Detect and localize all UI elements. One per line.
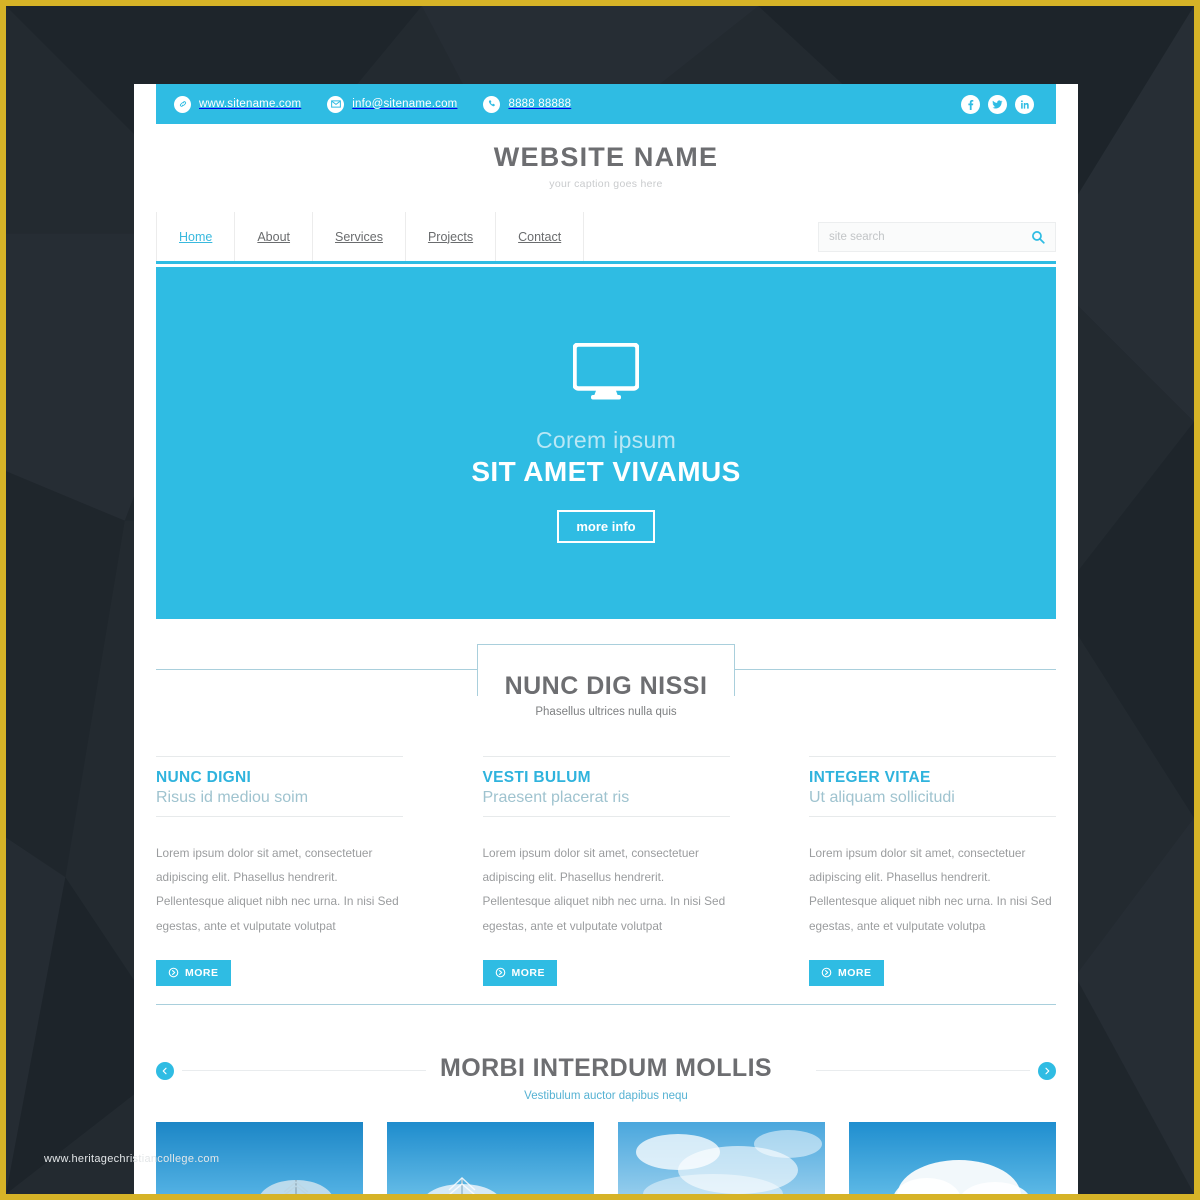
contact-email-text: info@sitename.com xyxy=(352,98,458,110)
gallery-subtitle: Vestibulum auctor dapibus nequ xyxy=(524,1090,688,1102)
section-divider xyxy=(156,1004,1056,1005)
facebook-icon[interactable] xyxy=(961,94,980,114)
gallery-title: MORBI INTERDUM MOLLIS xyxy=(426,1054,786,1083)
nav-item-contact[interactable]: Contact xyxy=(496,212,585,261)
column-more-button[interactable]: MORE xyxy=(156,959,231,986)
twitter-icon[interactable] xyxy=(988,94,1007,114)
column-subtitle: Ut aliquam sollicitudi xyxy=(809,789,955,806)
social-links xyxy=(961,94,1034,114)
features-section: NUNC DIG NISSI Phasellus ultrices nulla … xyxy=(156,644,1056,718)
column-top-rule xyxy=(482,756,730,757)
watermark: www.heritagechristiancollege.com xyxy=(44,1153,220,1165)
column-top-rule xyxy=(809,756,1056,757)
circle-arrow-icon xyxy=(168,967,179,978)
gallery-heading: MORBI INTERDUM MOLLIS Vestibulum auctor … xyxy=(156,1054,1056,1102)
column-header: NUNC DIGNI Risus id mediou soim xyxy=(156,769,403,817)
outer-frame: www.sitename.com info@sitename.com 8888 … xyxy=(0,0,1200,1200)
column-more-label: MORE xyxy=(838,966,872,979)
features-title: NUNC DIG NISSI xyxy=(504,672,708,700)
contact-phone-text: 8888 88888 xyxy=(508,98,572,110)
site-title: WEBSITE NAME xyxy=(493,142,719,172)
features-subtitle: Phasellus ultrices nulla quis xyxy=(535,706,677,718)
hero-title: SIT AMET VIVAMUS xyxy=(471,456,741,487)
circle-arrow-icon xyxy=(821,967,832,978)
hero-subtitle: Corem ipsum xyxy=(535,427,677,453)
circle-arrow-icon xyxy=(495,967,506,978)
website-canvas: www.sitename.com info@sitename.com 8888 … xyxy=(134,84,1078,1194)
column-header: VESTI BULUM Praesent placerat ris xyxy=(482,769,730,817)
site-caption: your caption goes here xyxy=(549,178,663,190)
gallery-thumbnail[interactable] xyxy=(387,1122,594,1194)
linkedin-icon[interactable] xyxy=(1015,94,1034,114)
column-subtitle: Praesent placerat ris xyxy=(482,789,630,806)
phone-icon xyxy=(483,95,501,113)
main-navigation: Home About Services Projects Contact xyxy=(156,212,1056,264)
column-subtitle: Risus id mediou soim xyxy=(156,789,309,806)
column-top-rule xyxy=(156,756,403,757)
hero-more-info-button[interactable]: more info xyxy=(557,510,655,543)
site-brand: WEBSITE NAME your caption goes here xyxy=(134,142,1078,190)
search-box[interactable] xyxy=(818,221,1056,252)
search-icon[interactable] xyxy=(1031,230,1045,244)
feature-column: VESTI BULUM Praesent placerat ris Lorem … xyxy=(482,756,730,986)
contact-website-text: www.sitename.com xyxy=(199,98,302,110)
contact-group: www.sitename.com info@sitename.com 8888 … xyxy=(174,95,961,113)
nav-item-about[interactable]: About xyxy=(235,212,314,261)
column-more-button[interactable]: MORE xyxy=(809,959,884,986)
link-icon xyxy=(174,95,191,113)
contact-phone[interactable]: 8888 88888 xyxy=(483,95,572,113)
nav-item-services[interactable]: Services xyxy=(313,212,406,261)
contact-website[interactable]: www.sitename.com xyxy=(174,95,302,113)
column-more-label: MORE xyxy=(511,966,545,979)
gallery-section: MORBI INTERDUM MOLLIS Vestibulum auctor … xyxy=(156,1042,1056,1108)
contact-email[interactable]: info@sitename.com xyxy=(327,95,458,113)
section-heading: NUNC DIG NISSI Phasellus ultrices nulla … xyxy=(156,672,1056,718)
column-body: Lorem ipsum dolor sit amet, consectetuer… xyxy=(482,846,726,933)
gallery-thumbnails xyxy=(156,1122,1056,1194)
monitor-icon xyxy=(573,343,639,401)
column-body: Lorem ipsum dolor sit amet, consectetuer… xyxy=(809,846,1052,933)
feature-column: NUNC DIGNI Risus id mediou soim Lorem ip… xyxy=(156,756,403,986)
feature-columns: NUNC DIGNI Risus id mediou soim Lorem ip… xyxy=(156,756,1056,986)
section-heading-frame: NUNC DIG NISSI Phasellus ultrices nulla … xyxy=(156,644,1056,718)
envelope-icon xyxy=(327,95,345,113)
gallery-header-row: MORBI INTERDUM MOLLIS Vestibulum auctor … xyxy=(156,1042,1056,1108)
nav-item-home[interactable]: Home xyxy=(156,212,236,261)
column-more-button[interactable]: MORE xyxy=(482,959,557,986)
column-title: NUNC DIGNI xyxy=(156,769,252,786)
gallery-thumbnail[interactable] xyxy=(618,1122,825,1194)
hero-banner: Corem ipsum SIT AMET VIVAMUS more info xyxy=(156,267,1056,619)
search-input[interactable] xyxy=(829,230,1031,243)
column-body: Lorem ipsum dolor sit amet, consectetuer… xyxy=(156,846,399,933)
nav-items: Home About Services Projects Contact xyxy=(156,212,585,261)
column-title: VESTI BULUM xyxy=(482,769,591,786)
top-contact-bar: www.sitename.com info@sitename.com 8888 … xyxy=(156,84,1056,124)
gallery-thumbnail[interactable] xyxy=(849,1122,1056,1194)
column-title: INTEGER VITAE xyxy=(809,769,931,786)
feature-column: INTEGER VITAE Ut aliquam sollicitudi Lor… xyxy=(809,756,1056,986)
column-more-label: MORE xyxy=(185,966,219,979)
column-header: INTEGER VITAE Ut aliquam sollicitudi xyxy=(809,769,1056,817)
nav-item-projects[interactable]: Projects xyxy=(406,212,497,261)
